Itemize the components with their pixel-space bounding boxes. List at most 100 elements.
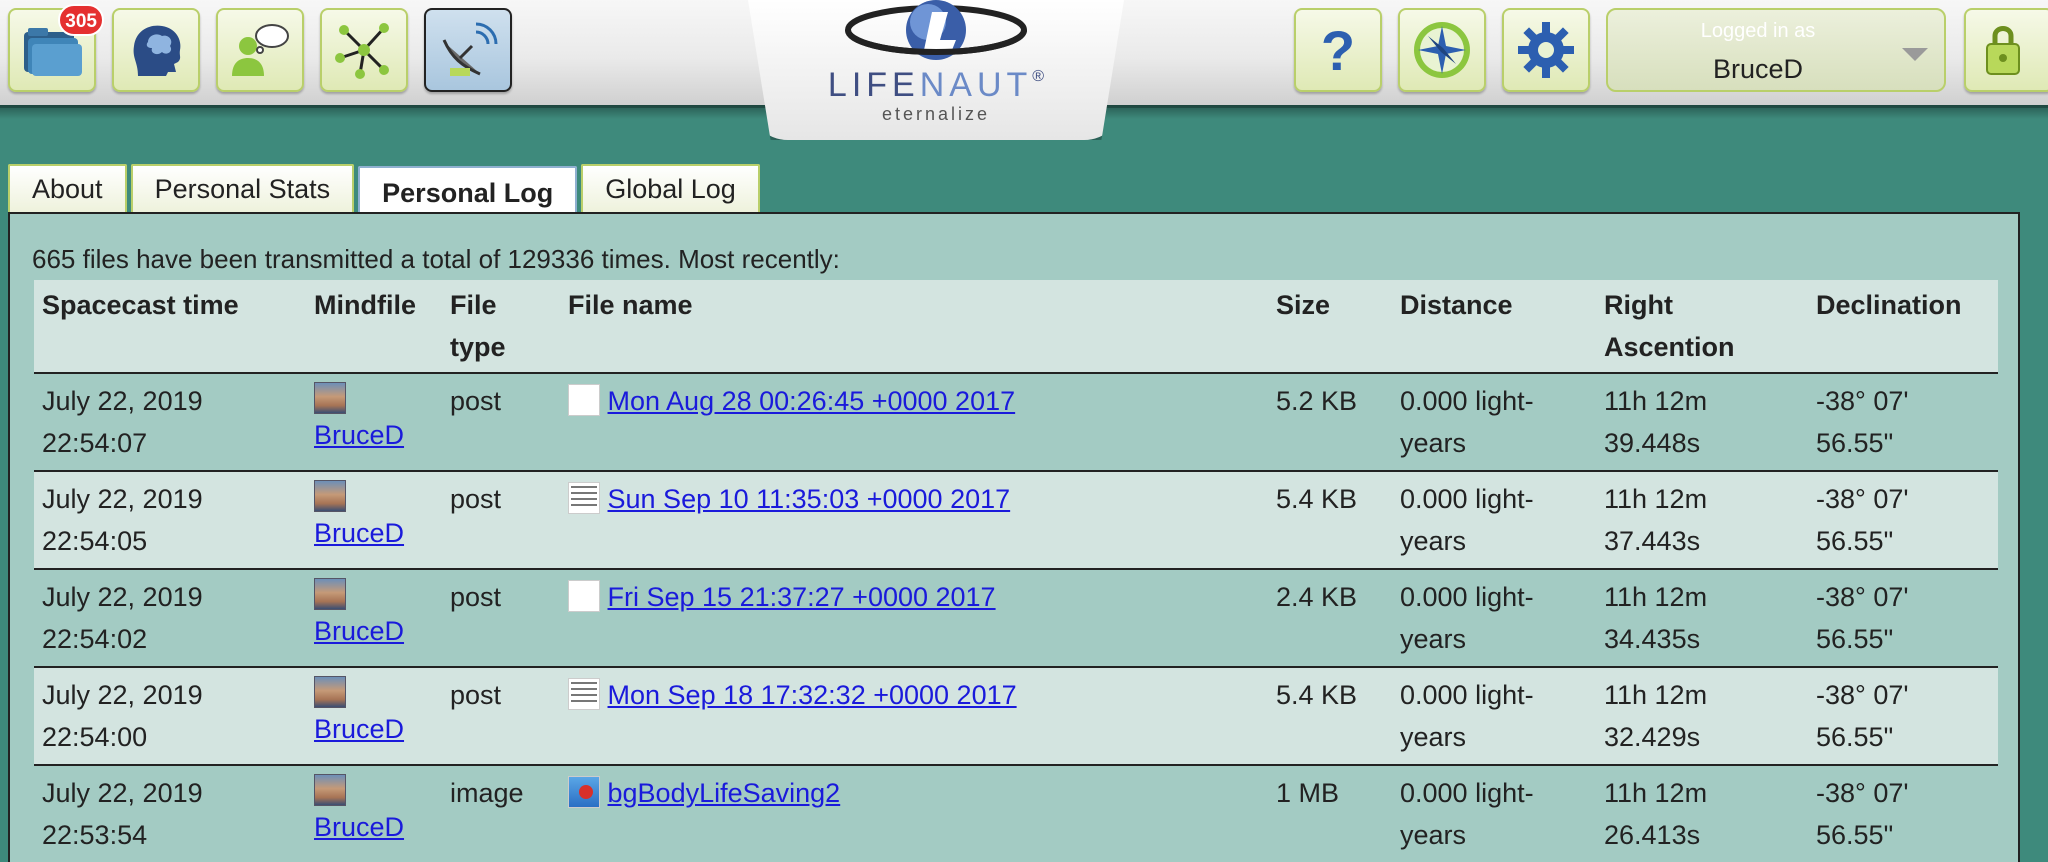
file-thumbnail — [568, 384, 600, 416]
user-link[interactable]: BruceD — [314, 616, 404, 646]
avatar — [314, 382, 346, 414]
chevron-down-icon — [1902, 48, 1928, 61]
compass-icon — [1414, 22, 1470, 78]
satellite-dish-icon — [442, 22, 498, 76]
column-header-type: File type — [442, 280, 560, 374]
avatar — [314, 774, 346, 806]
dec-degrees: -38° 07' — [1816, 582, 1909, 612]
file-name-cell: Mon Aug 28 00:26:45 +0000 2017 — [560, 373, 1268, 472]
network-icon — [335, 23, 389, 79]
column-header-name: File name — [560, 280, 1268, 374]
tab-about[interactable]: About — [8, 164, 127, 212]
tab-personal-stats[interactable]: Personal Stats — [130, 164, 355, 212]
transmission-summary: 665 files have been transmitted a total … — [32, 244, 840, 274]
file-name-cell: bgBodyLifeSaving2 — [560, 765, 1268, 862]
table-row: July 22, 2019 22:54:05 BruceD post Sun Se… — [34, 471, 1998, 570]
spacecast-time-cell: July 22, 2019 22:54:02 — [34, 569, 306, 668]
row-date: July 22, 2019 — [42, 778, 203, 808]
ra-seconds: 32.429s — [1604, 722, 1701, 752]
logo-word-left: LIFE — [827, 66, 920, 104]
logo-word-right: NAUT — [919, 66, 1033, 104]
mindfile-cell: BruceD — [306, 667, 442, 766]
file-link[interactable]: Mon Aug 28 00:26:45 +0000 2017 — [608, 386, 1016, 416]
row-date: July 22, 2019 — [42, 484, 203, 514]
dec-seconds: 56.55" — [1816, 820, 1894, 850]
right-ascension-cell: 11h 12m 26.413s — [1596, 765, 1808, 862]
mind-button[interactable] — [112, 8, 200, 92]
declination-cell: -38° 07' 56.55" — [1808, 373, 1998, 472]
spacecast-time-cell: July 22, 2019 22:53:54 — [34, 765, 306, 862]
avatar — [314, 676, 346, 708]
file-link[interactable]: Sun Sep 10 11:35:03 +0000 2017 — [608, 484, 1011, 514]
mindfiles-button[interactable]: 305 — [8, 4, 104, 92]
size-cell: 5.4 KB — [1268, 471, 1392, 570]
distance-cell: 0.000 light-years — [1392, 569, 1596, 668]
row-date: July 22, 2019 — [42, 386, 203, 416]
dec-degrees: -38° 07' — [1816, 484, 1909, 514]
file-thumbnail — [568, 580, 600, 612]
user-link[interactable]: BruceD — [314, 812, 404, 842]
file-type-cell: post — [442, 569, 560, 668]
dec-seconds: 56.55" — [1816, 428, 1894, 458]
connections-button[interactable] — [320, 8, 408, 92]
distance-cell: 0.000 light-years — [1392, 471, 1596, 570]
logout-button[interactable] — [1964, 8, 2048, 92]
brain-head-icon — [133, 25, 181, 76]
mindfile-cell: BruceD — [306, 373, 442, 472]
row-time: 22:54:05 — [42, 526, 148, 556]
row-time: 22:53:54 — [42, 820, 148, 850]
help-button[interactable]: ? — [1294, 8, 1382, 92]
dec-degrees: -38° 07' — [1816, 386, 1909, 416]
user-link[interactable]: BruceD — [314, 518, 404, 548]
spacecast-time-cell: July 22, 2019 22:54:05 — [34, 471, 306, 570]
thinking-person-icon — [232, 24, 289, 76]
user-link[interactable]: BruceD — [314, 714, 404, 744]
top-toolbar: 305 LIFENAUT® eternalize ? Logged in as … — [0, 0, 2048, 140]
size-cell: 5.4 KB — [1268, 667, 1392, 766]
mindfile-cell: BruceD — [306, 765, 442, 862]
tab-personal-log[interactable]: Personal Log — [358, 166, 578, 216]
size-cell: 2.4 KB — [1268, 569, 1392, 668]
ra-seconds: 26.413s — [1604, 820, 1701, 850]
spacecast-button[interactable] — [424, 8, 512, 92]
ra-seconds: 37.443s — [1604, 526, 1701, 556]
transmission-log-table: Spacecast time Mindfile File type File n… — [34, 280, 1998, 862]
file-link[interactable]: Mon Sep 18 17:32:32 +0000 2017 — [608, 680, 1017, 710]
table-header-row: Spacecast time Mindfile File type File n… — [34, 280, 1998, 374]
user-selector[interactable]: Logged in as BruceD — [1606, 8, 1946, 92]
file-name-cell: Fri Sep 15 21:37:27 +0000 2017 — [560, 569, 1268, 668]
distance-cell: 0.000 light-years — [1392, 373, 1596, 472]
lock-keys-icon — [1986, 26, 2020, 75]
right-ascension-cell: 11h 12m 39.448s — [1596, 373, 1808, 472]
spacecast-time-cell: July 22, 2019 22:54:07 — [34, 373, 306, 472]
file-thumbnail — [568, 482, 600, 514]
file-link[interactable]: bgBodyLifeSaving2 — [608, 778, 841, 808]
file-name-cell: Sun Sep 10 11:35:03 +0000 2017 — [560, 471, 1268, 570]
thoughts-button[interactable] — [216, 8, 304, 92]
user-link[interactable]: BruceD — [314, 420, 404, 450]
ra-seconds: 39.448s — [1604, 428, 1701, 458]
dec-degrees: -38° 07' — [1816, 778, 1909, 808]
ra-seconds: 34.435s — [1604, 624, 1701, 654]
row-time: 22:54:02 — [42, 624, 148, 654]
column-header-ra: Right Ascention — [1596, 280, 1808, 374]
file-link[interactable]: Fri Sep 15 21:37:27 +0000 2017 — [608, 582, 996, 612]
personal-log-panel: 665 files have been transmitted a total … — [8, 212, 2020, 862]
tab-global-log[interactable]: Global Log — [581, 164, 760, 212]
username: BruceD — [1712, 54, 1804, 84]
declination-cell: -38° 07' 56.55" — [1808, 569, 1998, 668]
registered-mark: ® — [1032, 68, 1045, 85]
logged-in-label: Logged in as — [1700, 20, 1816, 42]
declination-cell: -38° 07' 56.55" — [1808, 765, 1998, 862]
row-date: July 22, 2019 — [42, 582, 203, 612]
column-header-size: Size — [1268, 280, 1392, 374]
distance-cell: 0.000 light-years — [1392, 765, 1596, 862]
table-row: July 22, 2019 22:54:02 BruceD post Fri Se… — [34, 569, 1998, 668]
declination-cell: -38° 07' 56.55" — [1808, 667, 1998, 766]
row-date: July 22, 2019 — [42, 680, 203, 710]
ra-hours: 11h 12m — [1604, 680, 1708, 710]
compass-button[interactable] — [1398, 8, 1486, 92]
dec-degrees: -38° 07' — [1816, 680, 1909, 710]
gear-icon — [1518, 22, 1574, 78]
settings-button[interactable] — [1502, 8, 1590, 92]
